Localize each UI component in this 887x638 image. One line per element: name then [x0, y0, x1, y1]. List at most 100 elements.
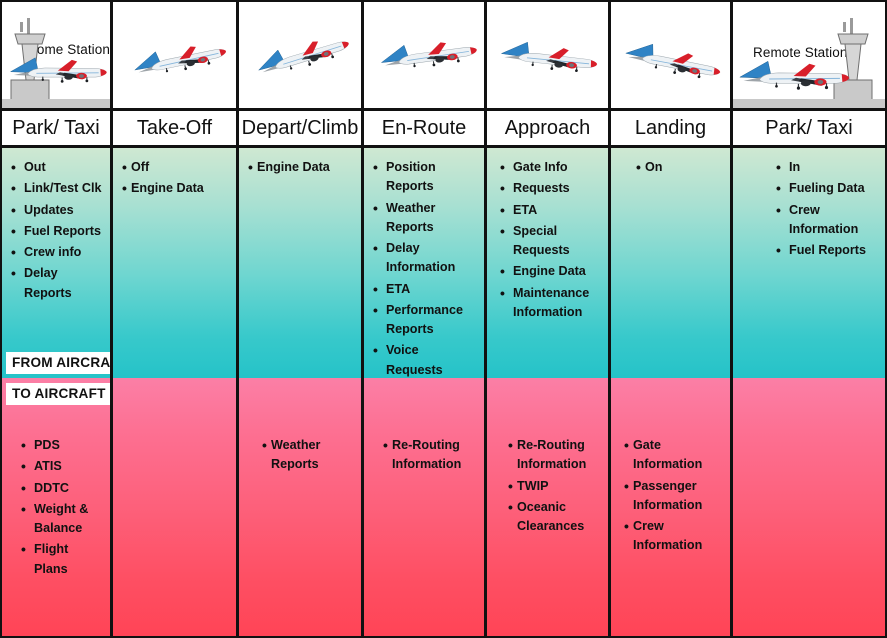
phase-illustration-approach	[487, 2, 608, 111]
list-item: Engine Data	[122, 178, 230, 200]
to-aircraft-list: Re-Routing Information	[373, 435, 478, 475]
list-item: Weight & Balance	[21, 499, 104, 539]
airplane-climbing-icon	[247, 17, 361, 88]
from-aircraft-cell-park-taxi-home: OutLink/Test ClkUpdatesFuel ReportsCrew …	[2, 148, 110, 378]
from-aircraft-cell-approach: Gate InfoRequestsETASpecial RequestsEngi…	[487, 148, 608, 378]
list-item: Delay Information	[373, 238, 478, 278]
phase-column-en-route: En-Route Position ReportsWeather ReportsD…	[364, 2, 487, 636]
list-item: Re-Routing Information	[383, 435, 478, 475]
list-item: Performance Reports	[373, 300, 478, 340]
phase-title-depart-climb: Depart/Climb	[239, 111, 361, 148]
from-aircraft-list: Engine Data	[248, 157, 355, 179]
phase-column-landing: Landing On Gate InformationPassenger Infor…	[611, 2, 733, 636]
list-item: Delay Reports	[11, 263, 104, 303]
list-item: ETA	[500, 200, 602, 222]
phase-column-park-taxi-home: Home Station Park/ Taxi OutLink/Test ClkU…	[2, 2, 113, 636]
phase-title-text: Approach	[504, 116, 591, 139]
phase-illustration-park-taxi-remote: Remote Station	[733, 2, 885, 111]
phase-illustration-en-route	[364, 2, 484, 111]
flight-phase-communications-diagram: Home Station Park/ Taxi OutLink/Test ClkU…	[0, 0, 887, 638]
phase-title-text: Landing	[634, 116, 707, 139]
phase-title-take-off: Take-Off	[113, 111, 236, 148]
airplane-taking-off-icon	[126, 26, 236, 89]
phase-column-park-taxi-remote: Remote Station Park/ Taxi InFueling DataC…	[733, 2, 885, 636]
phase-title-text: En-Route	[381, 116, 467, 139]
from-aircraft-cell-park-taxi-remote: InFueling DataCrew InformationFuel Repor…	[733, 148, 885, 378]
list-item: Position Reports	[373, 157, 478, 197]
list-item: Fueling Data	[776, 178, 879, 200]
list-item: Weather Reports	[373, 198, 478, 238]
list-item: Link/Test Clk	[11, 178, 104, 200]
list-item: Special Requests	[500, 221, 602, 261]
list-item: Fuel Reports	[11, 221, 104, 243]
airplane-parked-at-remote-station-icon	[735, 49, 857, 98]
to-aircraft-cell-depart-climb: Weather Reports	[239, 378, 361, 636]
list-item: Requests	[500, 178, 602, 200]
to-aircraft-list: Gate InformationPassenger InformationCre…	[620, 435, 724, 556]
ground-line	[733, 99, 885, 108]
list-item: ETA	[373, 279, 478, 301]
phase-title-approach: Approach	[487, 111, 608, 148]
from-aircraft-cell-depart-climb: Engine Data	[239, 148, 361, 378]
from-aircraft-list: OutLink/Test ClkUpdatesFuel ReportsCrew …	[11, 157, 104, 303]
list-item: Oceanic Clearances	[508, 497, 602, 537]
list-item: Voice Requests	[373, 340, 478, 378]
to-aircraft-cell-en-route: Re-Routing Information	[364, 378, 484, 636]
list-item: Crew info	[11, 242, 104, 264]
phase-illustration-depart-climb	[239, 2, 361, 111]
phase-column-approach: Approach Gate InfoRequestsETASpecial Requ…	[487, 2, 611, 636]
phase-title-landing: Landing	[611, 111, 730, 148]
list-item: Updates	[11, 200, 104, 222]
from-aircraft-cell-en-route: Position ReportsWeather ReportsDelay Inf…	[364, 148, 484, 378]
list-item: In	[776, 157, 879, 179]
to-aircraft-cell-park-taxi-home: PDSATISDDTCWeight & BalanceFlight Plans T…	[2, 378, 110, 636]
phase-title-text: Park/ Taxi	[765, 116, 853, 139]
list-item: ATIS	[21, 456, 104, 478]
list-item: Gate Info	[500, 157, 602, 179]
to-aircraft-section-label: TO AIRCRAFT	[6, 383, 110, 405]
from-aircraft-list: Position ReportsWeather ReportsDelay Inf…	[373, 157, 478, 378]
ground-line	[2, 99, 110, 108]
list-item: Crew Information	[624, 516, 724, 556]
airplane-approaching-icon	[495, 28, 607, 82]
from-aircraft-list: InFueling DataCrew InformationFuel Repor…	[742, 157, 879, 262]
to-aircraft-list: PDSATISDDTCWeight & BalanceFlight Plans	[11, 435, 104, 579]
airplane-cruising-icon	[374, 24, 484, 82]
to-aircraft-list: Weather Reports	[248, 435, 355, 475]
list-item: Out	[11, 157, 104, 179]
phase-title-park-taxi-remote: Park/ Taxi	[733, 111, 885, 148]
to-aircraft-cell-take-off	[113, 378, 236, 636]
to-aircraft-list: Re-Routing InformationTWIPOceanic Cleara…	[496, 435, 602, 537]
from-aircraft-list: On	[620, 157, 724, 179]
list-item: PDS	[21, 435, 104, 457]
phase-illustration-take-off	[113, 2, 236, 111]
list-item: Re-Routing Information	[508, 435, 602, 475]
list-item: Crew Information	[776, 200, 879, 240]
phase-title-text: Park/ Taxi	[12, 116, 100, 139]
list-item: Passenger Information	[624, 476, 724, 516]
to-aircraft-cell-approach: Re-Routing InformationTWIPOceanic Cleara…	[487, 378, 608, 636]
from-aircraft-cell-take-off: OffEngine Data	[113, 148, 236, 378]
phase-title-text: Take-Off	[136, 116, 213, 139]
from-aircraft-list: OffEngine Data	[122, 157, 230, 200]
to-aircraft-cell-park-taxi-remote	[733, 378, 885, 636]
phase-title-text: Depart/Climb	[241, 116, 359, 139]
list-item: Engine Data	[500, 261, 602, 283]
from-aircraft-section-label: FROM AIRCRAFT	[6, 352, 110, 374]
to-aircraft-cell-landing: Gate InformationPassenger InformationCre…	[611, 378, 730, 636]
list-item: Maintenance Information	[500, 283, 602, 323]
list-item: On	[636, 157, 724, 179]
list-item: Fuel Reports	[776, 240, 879, 262]
list-item: Off	[122, 157, 230, 179]
phase-title-park-taxi-home: Park/ Taxi	[2, 111, 110, 148]
airplane-parked-at-home-station-icon	[6, 47, 110, 90]
list-item: DDTC	[21, 478, 104, 500]
phase-column-depart-climb: Depart/Climb Engine Data Weather Reports	[239, 2, 364, 636]
list-item: TWIP	[508, 476, 602, 498]
phase-column-take-off: Take-Off OffEngine Data	[113, 2, 239, 636]
airplane-landing-icon	[618, 28, 730, 91]
phase-illustration-park-taxi-home: Home Station	[2, 2, 110, 111]
phase-title-en-route: En-Route	[364, 111, 484, 148]
from-aircraft-cell-landing: On	[611, 148, 730, 378]
from-aircraft-list: Gate InfoRequestsETASpecial RequestsEngi…	[496, 157, 602, 323]
